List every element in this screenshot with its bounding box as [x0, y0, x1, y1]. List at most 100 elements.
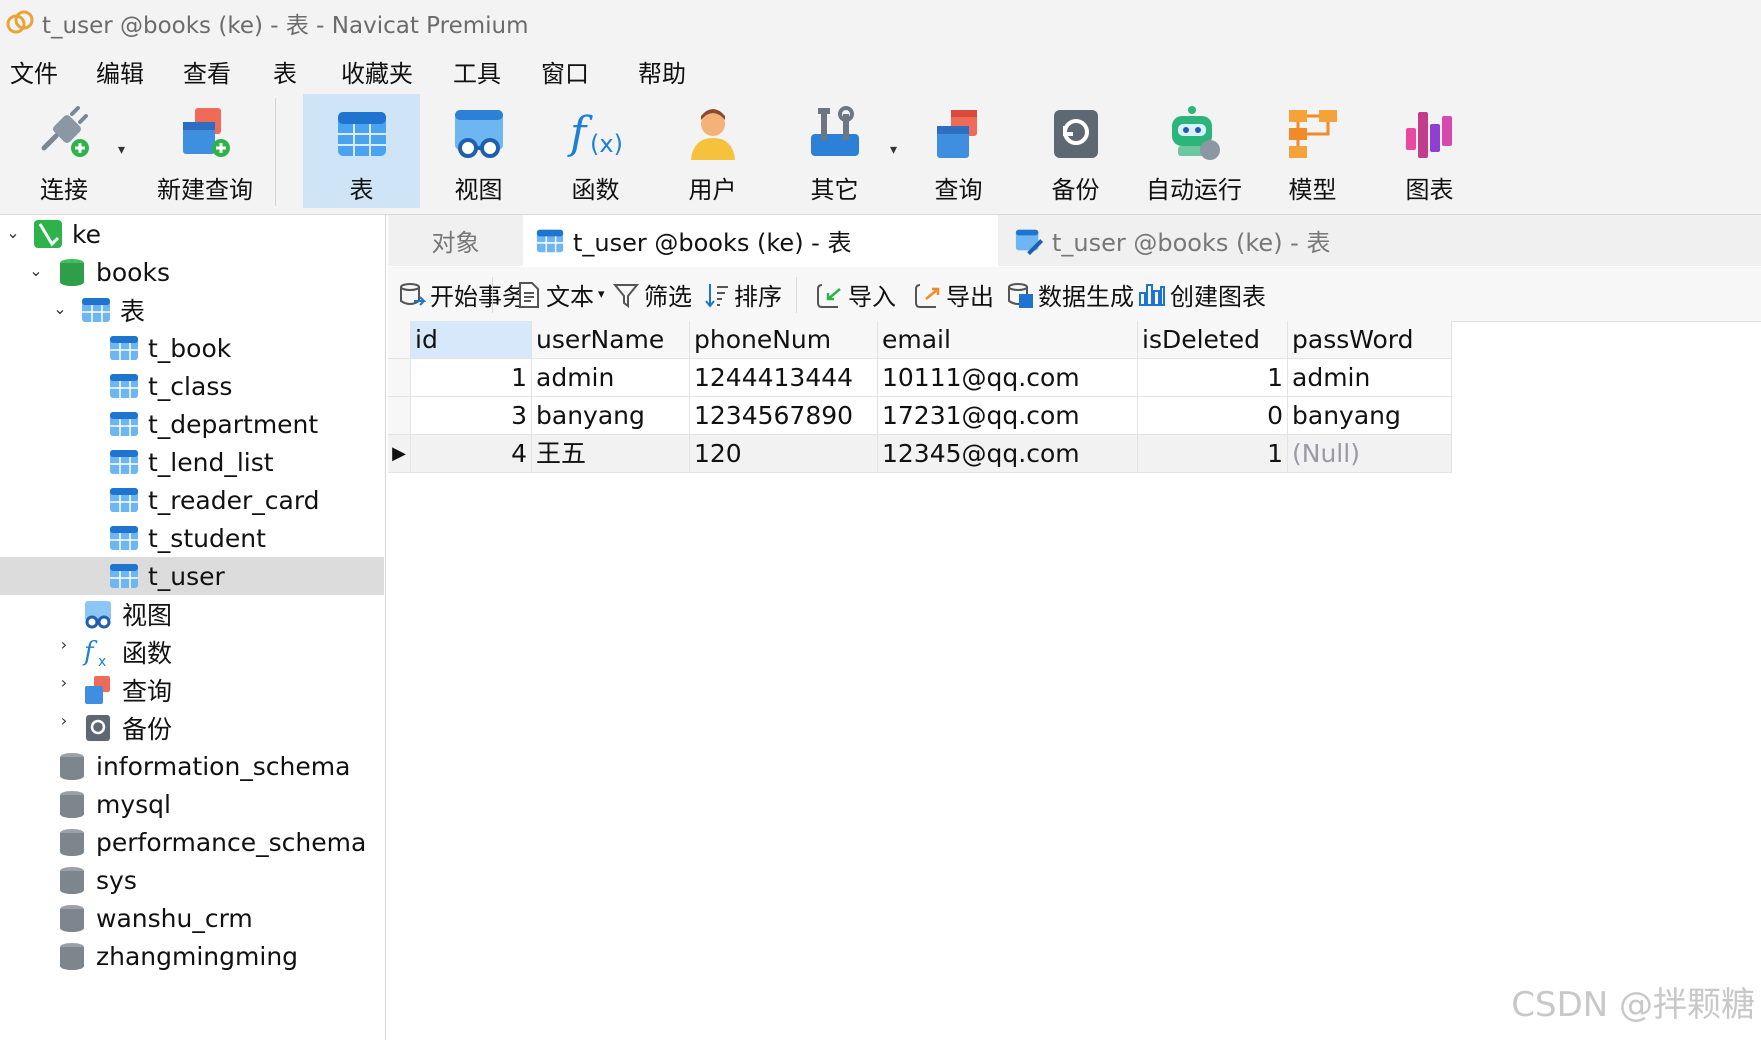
new-query-icon — [183, 108, 230, 157]
tree-views-group[interactable]: 视图 — [82, 595, 172, 633]
table-cell-null[interactable]: (Null) — [1288, 435, 1452, 473]
automation-button[interactable]: 自动运行 — [1134, 94, 1254, 208]
menu-help[interactable]: 帮助 — [638, 54, 686, 89]
table-cell[interactable]: 3 — [411, 397, 532, 435]
tree-database-zhangmingming[interactable]: zhangmingming — [56, 937, 298, 975]
tree-table-t-student[interactable]: t_student — [108, 519, 266, 557]
table-cell[interactable]: 0 — [1138, 397, 1288, 435]
tree-label: 函数 — [122, 639, 173, 668]
table-button[interactable]: 表 — [303, 94, 420, 208]
begin-transaction-button[interactable]: 开始事务 — [398, 277, 526, 312]
table-cell[interactable]: banyang — [532, 397, 690, 435]
table-cell[interactable]: admin — [1288, 359, 1452, 397]
table-cell[interactable]: 17231@qq.com — [878, 397, 1138, 435]
tree-label: performance_schema — [96, 827, 367, 857]
table-cell[interactable]: 4 — [411, 435, 532, 473]
tree-tables-group[interactable]: 表 — [80, 291, 145, 329]
tree-database-information-schema[interactable]: information_schema — [56, 747, 350, 785]
title-bar: t_user @books (ke) - 表 - Navicat Premium — [0, 0, 1761, 46]
new-query-label: 新建查询 — [157, 176, 253, 204]
tree-table-t-user[interactable]: t_user — [0, 557, 384, 595]
table-cell[interactable]: admin — [532, 359, 690, 397]
column-header-email[interactable]: email — [878, 321, 1138, 359]
user-button[interactable]: 用户 — [654, 94, 771, 208]
tree-queries-group[interactable]: 查询 — [82, 671, 172, 709]
chevron-down-icon[interactable]: ⌄ — [50, 299, 70, 318]
row-header[interactable] — [388, 397, 411, 435]
row-header[interactable] — [388, 359, 411, 397]
backup-button[interactable]: 备份 — [1017, 94, 1134, 208]
tree-backups-group[interactable]: 备份 — [82, 709, 172, 747]
table-cell[interactable]: 1 — [1138, 435, 1288, 473]
tree-table-t-lend-list[interactable]: t_lend_list — [108, 443, 274, 481]
tree-table-t-book[interactable]: t_book — [108, 329, 231, 367]
function-button[interactable]: f (x) 函数 — [537, 94, 654, 208]
menu-view[interactable]: 查看 — [183, 54, 231, 89]
menu-favorites[interactable]: 收藏夹 — [341, 54, 413, 89]
import-button[interactable]: 导入 — [816, 277, 896, 312]
other-button[interactable]: 其它 — [776, 94, 893, 208]
tree-database-wanshu-crm[interactable]: wanshu_crm — [56, 899, 253, 937]
tree-label: t_class — [148, 371, 233, 401]
menu-tools[interactable]: 工具 — [453, 54, 501, 89]
table-cell[interactable]: 1 — [1138, 359, 1288, 397]
tree-table-t-department[interactable]: t_department — [108, 405, 318, 443]
menu-table[interactable]: 表 — [273, 54, 297, 89]
import-icon — [817, 283, 841, 308]
chevron-down-icon[interactable]: ⌄ — [3, 223, 23, 242]
connect-button[interactable]: 连接 — [8, 94, 120, 208]
column-header-username[interactable]: userName — [532, 321, 690, 359]
table-cell[interactable]: 1 — [411, 359, 532, 397]
table-cell[interactable]: 王五 — [532, 435, 690, 473]
chevron-right-icon[interactable]: › — [54, 635, 74, 654]
chevron-down-icon[interactable]: ⌄ — [26, 261, 46, 280]
model-icon — [1288, 110, 1337, 158]
query-button[interactable]: 查询 — [900, 94, 1017, 208]
tree-table-t-reader-card[interactable]: t_reader_card — [108, 481, 320, 519]
data-generation-button[interactable]: 数据生成 — [1006, 277, 1134, 312]
new-query-button[interactable]: 新建查询 — [140, 94, 270, 208]
text-button[interactable]: 文本 ▾ — [514, 277, 605, 312]
menu-edit[interactable]: 编辑 — [96, 54, 144, 89]
chevron-right-icon[interactable]: › — [54, 673, 74, 692]
menu-file[interactable]: 文件 — [10, 54, 58, 89]
column-header-id[interactable]: id — [411, 321, 532, 359]
view-button[interactable]: 视图 — [420, 94, 537, 208]
tree-database-sys[interactable]: sys — [56, 861, 137, 899]
tree-database-books[interactable]: books — [56, 253, 170, 291]
table-cell[interactable]: 10111@qq.com — [878, 359, 1138, 397]
robot-icon — [1172, 106, 1220, 160]
table-cell[interactable]: banyang — [1288, 397, 1452, 435]
export-label: 导出 — [946, 283, 994, 311]
create-chart-button[interactable]: 创建图表 — [1138, 277, 1266, 312]
tree-table-t-class[interactable]: t_class — [108, 367, 232, 405]
export-button[interactable]: 导出 — [914, 277, 994, 312]
column-header-phonenum[interactable]: phoneNum — [690, 321, 878, 359]
table-icon — [110, 488, 138, 512]
chart-button[interactable]: 图表 — [1371, 94, 1488, 208]
table-cell[interactable]: 120 — [690, 435, 878, 473]
tab-t-user-design[interactable]: t_user @books (ke) - 表 — [1000, 215, 1475, 266]
tree-connection-ke[interactable]: ke — [32, 215, 101, 253]
current-row-indicator-icon[interactable]: ▶ — [388, 435, 411, 473]
chevron-right-icon[interactable]: › — [54, 711, 74, 730]
tab-objects[interactable]: 对象 — [388, 215, 523, 266]
tab-t-user-data[interactable]: t_user @books (ke) - 表 — [523, 215, 998, 266]
tree-database-performance-schema[interactable]: performance_schema — [56, 823, 366, 861]
menu-window[interactable]: 窗口 — [541, 54, 589, 89]
model-button[interactable]: 模型 — [1254, 94, 1371, 208]
tree-database-mysql[interactable]: mysql — [56, 785, 171, 823]
table-cell[interactable]: 1234567890 — [690, 397, 878, 435]
table-cell[interactable]: 12345@qq.com — [878, 435, 1138, 473]
column-header-isdeleted[interactable]: isDeleted — [1138, 321, 1288, 359]
tree-functions-group[interactable]: f x 函数 — [82, 633, 172, 671]
filter-button[interactable]: 筛选 — [612, 277, 692, 312]
model-label: 模型 — [1288, 176, 1337, 204]
chevron-down-icon[interactable]: ▾ — [598, 287, 605, 302]
tree-label: t_reader_card — [148, 485, 320, 515]
column-header-password[interactable]: passWord — [1288, 321, 1452, 359]
connect-dropdown-icon[interactable]: ▾ — [118, 142, 125, 158]
other-dropdown-icon[interactable]: ▾ — [890, 142, 897, 158]
sort-button[interactable]: 排序 — [702, 277, 782, 312]
table-cell[interactable]: 1244413444 — [690, 359, 878, 397]
